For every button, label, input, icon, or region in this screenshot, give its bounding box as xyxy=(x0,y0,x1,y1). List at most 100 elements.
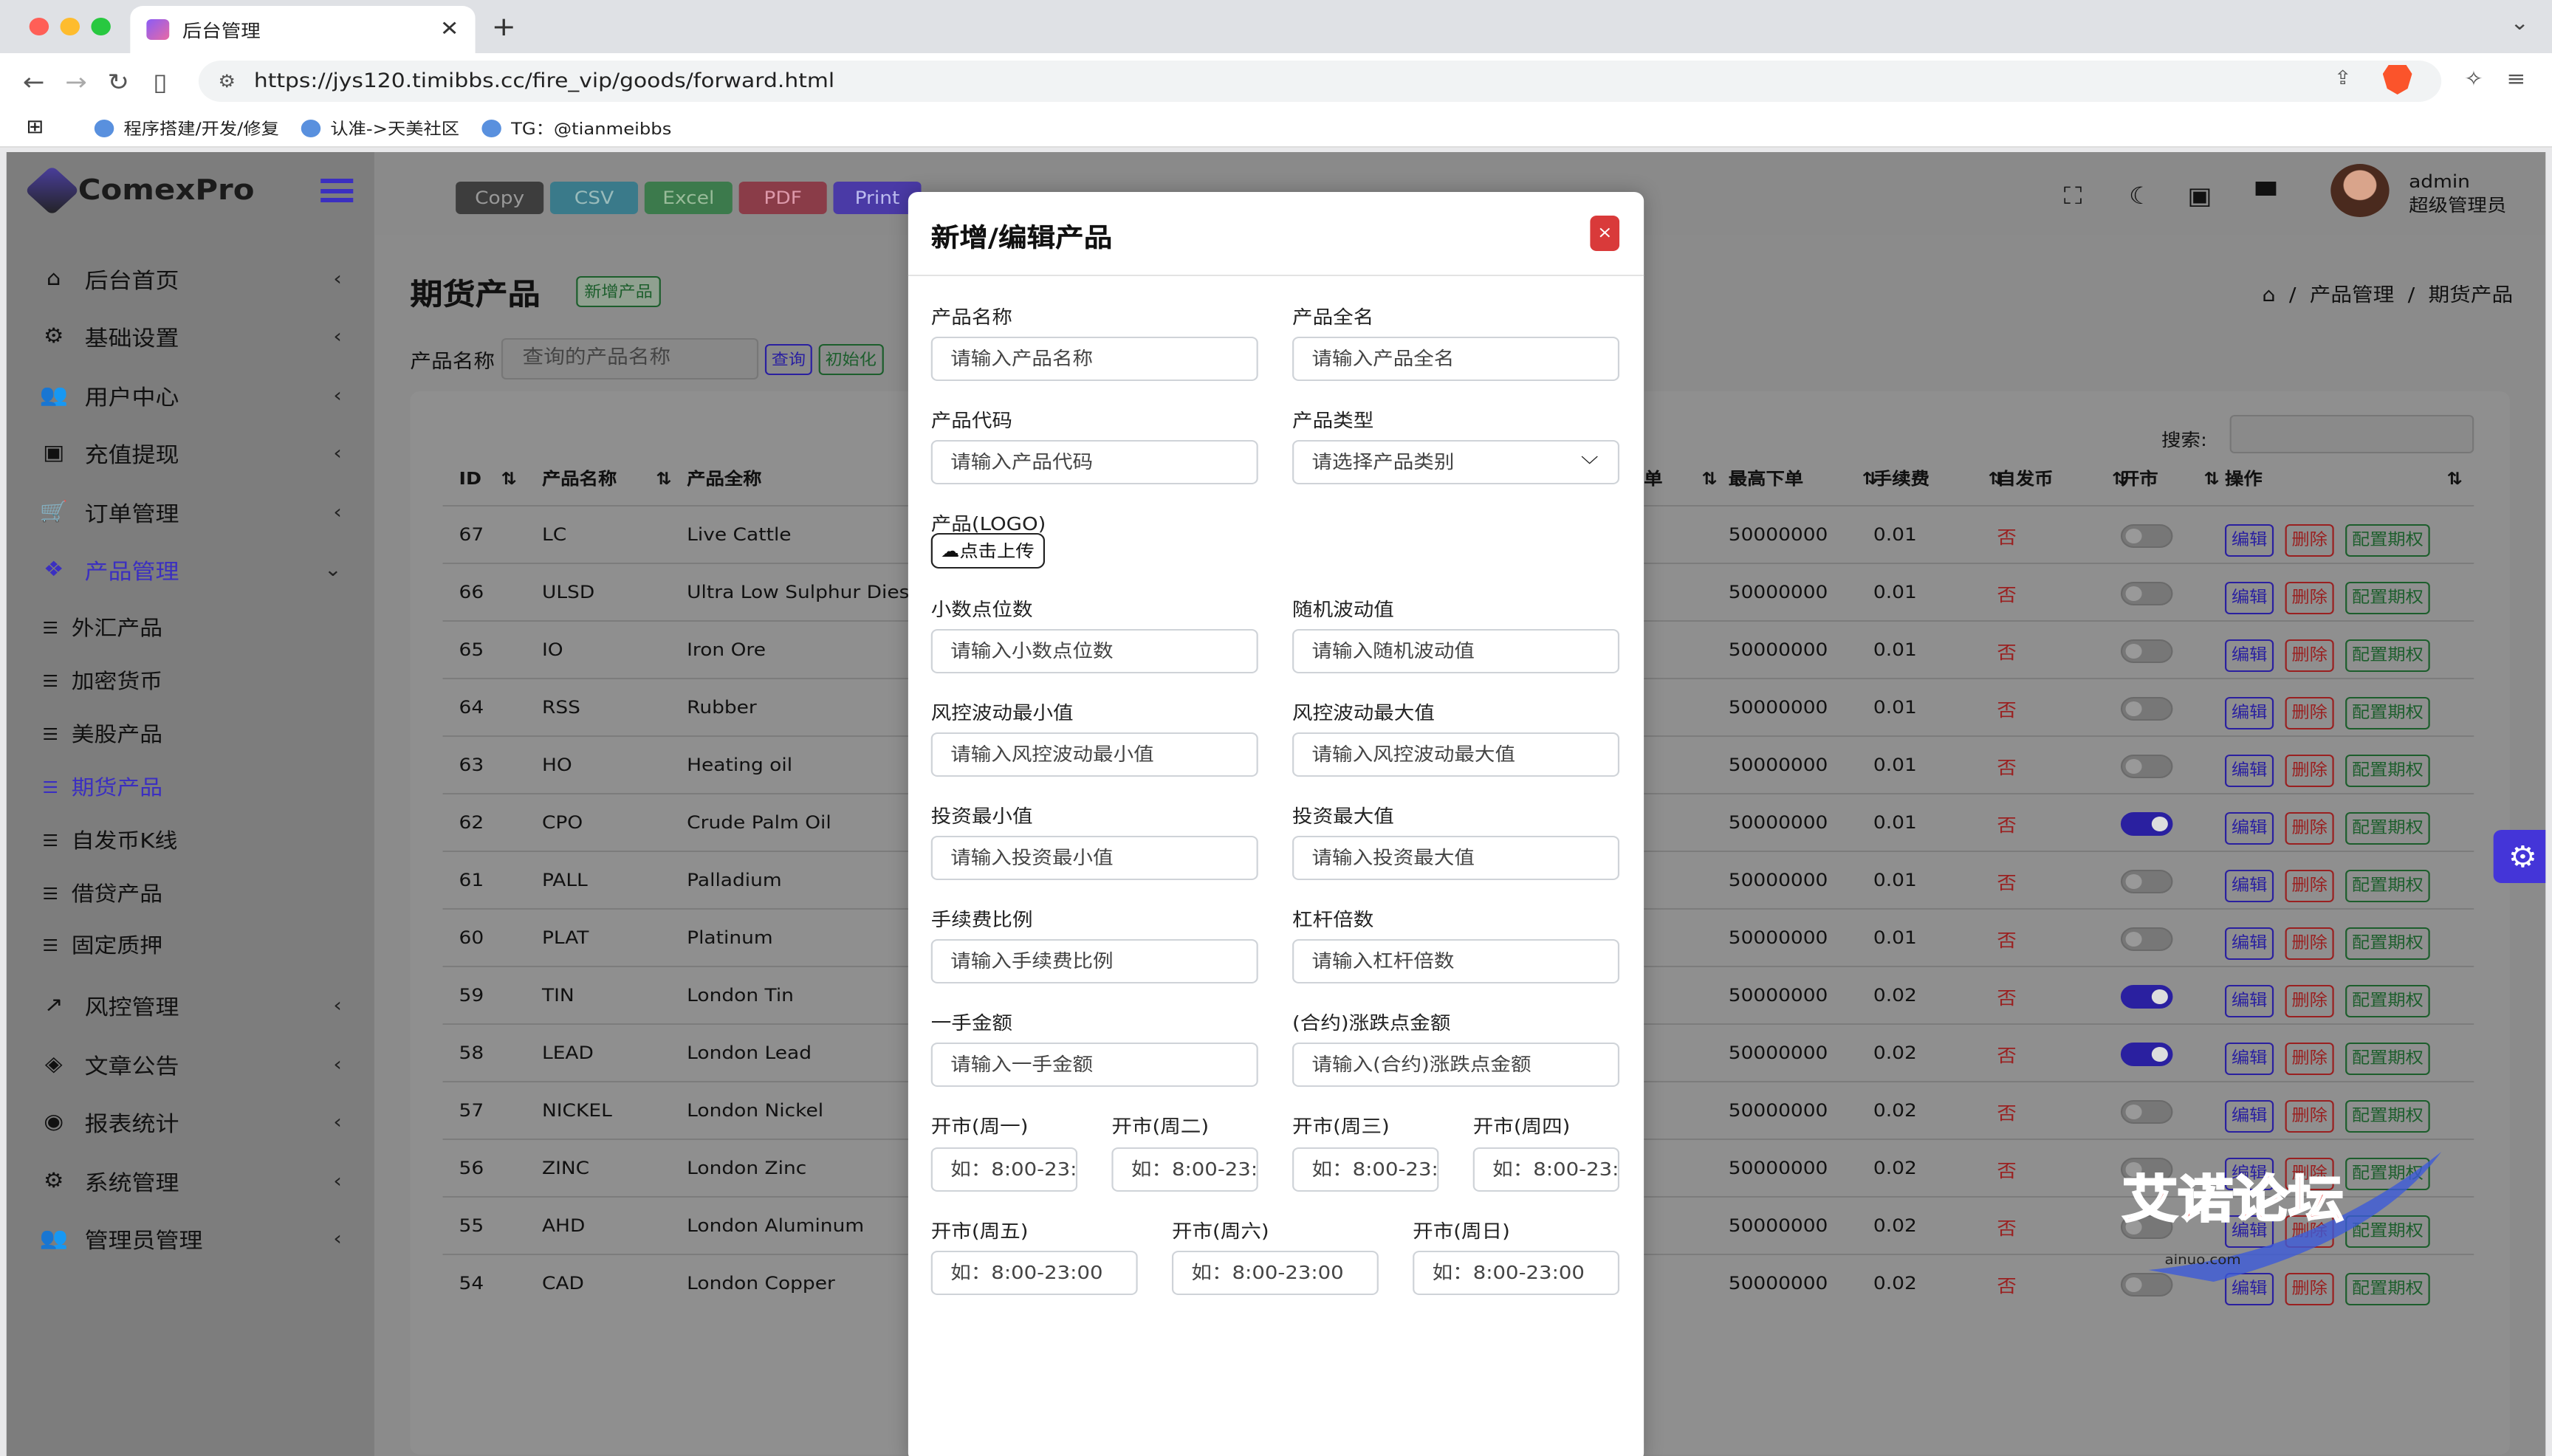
sidebar-item-system[interactable]: ⚙ 系统管理 ‹ xyxy=(39,1159,365,1203)
open-market-toggle[interactable] xyxy=(2120,870,2173,893)
random-fluctuation-input[interactable]: 请输入随机波动值 xyxy=(1292,629,1620,673)
product-name-input[interactable]: 请输入产品名称 xyxy=(930,337,1258,381)
open-market-toggle[interactable] xyxy=(2120,812,2173,836)
reload-icon[interactable]: ↻ xyxy=(107,68,129,96)
lot-amount-input[interactable]: 请输入一手金额 xyxy=(930,1043,1258,1087)
configure-options-button[interactable]: 配置期权 xyxy=(2345,812,2430,845)
tab-list-chevron-icon[interactable]: ⌄ xyxy=(2510,12,2529,35)
delete-button[interactable]: 删除 xyxy=(2285,985,2334,1017)
submenu-item[interactable]: ☰ 自发币K线 xyxy=(42,825,177,855)
bookmark-icon[interactable]: ▯ xyxy=(153,68,167,96)
pdf-button[interactable]: PDF xyxy=(738,182,827,214)
submenu-item-active[interactable]: ☰ 期货产品 xyxy=(42,772,162,802)
configure-options-button[interactable]: 配置期权 xyxy=(2345,697,2430,729)
delete-button[interactable]: 删除 xyxy=(2285,697,2334,729)
site-settings-icon[interactable]: ⚙ xyxy=(218,61,236,102)
edit-button[interactable]: 编辑 xyxy=(2225,697,2274,729)
delete-button[interactable]: 删除 xyxy=(2285,582,2334,614)
fullscreen-icon[interactable]: ⛶ xyxy=(2064,182,2082,211)
invest-max-input[interactable]: 请输入投资最大值 xyxy=(1292,836,1620,880)
col-header-fullname[interactable]: 产品全称 xyxy=(687,461,761,496)
modal-close-button[interactable]: × xyxy=(1590,216,1620,251)
app-logo[interactable]: ComexPro xyxy=(24,165,254,216)
back-icon[interactable]: ← xyxy=(23,68,45,96)
product-fullname-input[interactable]: 请输入产品全名 xyxy=(1292,337,1620,381)
money-bill-icon[interactable]: ▣ xyxy=(2187,182,2212,210)
sidebar-item-reports[interactable]: ◉ 报表统计 ‹ xyxy=(39,1100,365,1144)
configure-options-button[interactable]: 配置期权 xyxy=(2345,755,2430,787)
leverage-input[interactable]: 请输入杠杆倍数 xyxy=(1292,939,1620,983)
configure-options-button[interactable]: 配置期权 xyxy=(2345,582,2430,614)
sidebar-item-basic-settings[interactable]: ⚙ 基础设置 ‹ xyxy=(39,315,365,359)
col-header-name[interactable]: 产品名称 ⇅ xyxy=(542,461,672,496)
apps-grid-icon[interactable]: ⊞ xyxy=(26,117,44,139)
open-market-toggle[interactable] xyxy=(2120,1043,2173,1066)
configure-options-button[interactable]: 配置期权 xyxy=(2345,870,2430,902)
delete-button[interactable]: 删除 xyxy=(2285,524,2334,557)
open-sunday-input[interactable]: 如：8:00-23:00 xyxy=(1413,1251,1620,1295)
sidebar-item-articles[interactable]: ◈ 文章公告 ‹ xyxy=(39,1043,365,1087)
submenu-item[interactable]: ☰ 外汇产品 xyxy=(42,613,162,642)
sidebar-item-admins[interactable]: 👥 管理员管理 ‹ xyxy=(39,1217,365,1261)
sidebar-item-risk[interactable]: ↗ 风控管理 ‹ xyxy=(39,983,365,1028)
table-search-input[interactable] xyxy=(2229,415,2474,453)
delete-button[interactable]: 删除 xyxy=(2285,639,2334,672)
open-thursday-input[interactable]: 如：8:00-23: xyxy=(1472,1147,1620,1192)
browser-tab[interactable]: 后台管理 ✕ xyxy=(130,6,476,53)
edit-button[interactable]: 编辑 xyxy=(2225,985,2274,1017)
configure-options-button[interactable]: 配置期权 xyxy=(2345,524,2430,557)
invest-min-input[interactable]: 请输入投资最小值 xyxy=(930,836,1258,880)
sidebar-item-users[interactable]: 👥 用户中心 ‹ xyxy=(39,374,365,418)
minimize-window-button[interactable] xyxy=(60,18,80,35)
sidebar-item-home[interactable]: ⌂ 后台首页 ‹ xyxy=(39,257,365,301)
copy-button[interactable]: Copy xyxy=(456,182,544,214)
submenu-item[interactable]: ☰ 美股产品 xyxy=(42,719,162,749)
col-header-min-order[interactable]: 单 ⇅ xyxy=(1644,461,1718,496)
risk-min-input[interactable]: 请输入风控波动最小值 xyxy=(930,732,1258,777)
configure-options-button[interactable]: 配置期权 xyxy=(2345,927,2430,960)
share-icon[interactable]: ⇪ xyxy=(2334,68,2352,90)
open-market-toggle[interactable] xyxy=(2120,1100,2173,1124)
open-tuesday-input[interactable]: 如：8:00-23: xyxy=(1111,1147,1258,1192)
open-market-toggle[interactable] xyxy=(2120,927,2173,951)
csv-button[interactable]: CSV xyxy=(549,182,639,214)
reset-button[interactable]: 初始化 xyxy=(818,343,883,374)
decimal-places-input[interactable]: 请输入小数点位数 xyxy=(930,629,1258,673)
point-amount-input[interactable]: 请输入(合约)涨跌点金额 xyxy=(1292,1043,1620,1087)
edit-button[interactable]: 编辑 xyxy=(2225,755,2274,787)
close-window-button[interactable] xyxy=(29,18,49,35)
query-button[interactable]: 查询 xyxy=(764,343,812,374)
edit-button[interactable]: 编辑 xyxy=(2225,812,2274,845)
open-wednesday-input[interactable]: 如：8:00-23: xyxy=(1292,1147,1439,1192)
edit-button[interactable]: 编辑 xyxy=(2225,927,2274,960)
edit-button[interactable]: 编辑 xyxy=(2225,639,2274,672)
configure-options-button[interactable]: 配置期权 xyxy=(2345,639,2430,672)
col-header-id[interactable]: ID ⇅ xyxy=(459,461,517,496)
open-market-toggle[interactable] xyxy=(2120,697,2173,721)
user-info[interactable]: admin 超级管理员 xyxy=(2409,170,2506,217)
home-icon[interactable]: ⌂ xyxy=(2262,285,2275,307)
submenu-item[interactable]: ☰ 加密货币 xyxy=(42,666,162,696)
edit-button[interactable]: 编辑 xyxy=(2225,524,2274,557)
sidebar-item-orders[interactable]: 🛒 订单管理 ‹ xyxy=(39,490,365,535)
delete-button[interactable]: 删除 xyxy=(2285,927,2334,960)
url-field[interactable]: ⚙ https://jys120.timibbs.cc/fire_vip/goo… xyxy=(198,61,2442,102)
delete-button[interactable]: 删除 xyxy=(2285,812,2334,845)
sidebar-item-products[interactable]: ❖ 产品管理 ⌄ xyxy=(39,548,365,592)
sidebar-item-deposit-withdraw[interactable]: ▣ 充值提现 ‹ xyxy=(39,431,365,475)
upload-button[interactable]: ☁点击上传 xyxy=(930,533,1044,569)
fee-ratio-input[interactable]: 请输入手续费比例 xyxy=(930,939,1258,983)
bookmark-item[interactable]: 认准->天美社区 xyxy=(301,117,459,140)
breadcrumb-item[interactable]: 产品管理 xyxy=(2310,285,2395,307)
edit-button[interactable]: 编辑 xyxy=(2225,1043,2274,1075)
col-header-open[interactable]: 开市 ⇅ xyxy=(2121,461,2220,496)
delete-button[interactable]: 删除 xyxy=(2285,755,2334,787)
bookmark-item[interactable]: TG：@tianmeibbs xyxy=(481,117,671,140)
col-header-actions[interactable]: 操作 ⇅ xyxy=(2225,461,2463,496)
chat-icon[interactable]: ▀ xyxy=(2256,182,2276,210)
sparkle-icon[interactable]: ✧ xyxy=(2464,68,2483,92)
open-friday-input[interactable]: 如：8:00-23:00 xyxy=(930,1251,1138,1295)
open-market-toggle[interactable] xyxy=(2120,755,2173,778)
delete-button[interactable]: 删除 xyxy=(2285,870,2334,902)
zoom-window-button[interactable] xyxy=(91,18,111,35)
